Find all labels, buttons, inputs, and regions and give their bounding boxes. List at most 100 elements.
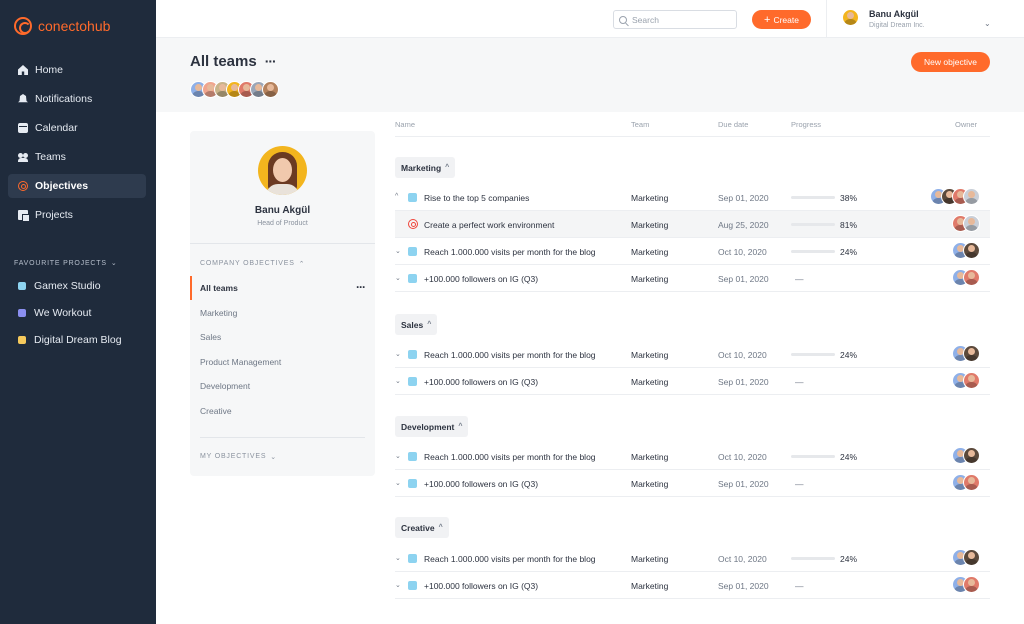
progress-bar	[791, 223, 835, 226]
more-options-icon[interactable]: ···	[265, 53, 277, 69]
group-toggle-development[interactable]: Development ^	[395, 416, 469, 437]
owner-avatars	[952, 447, 980, 464]
avatar	[842, 9, 859, 26]
objective-due-date: Sep 01, 2020	[718, 274, 769, 284]
chevron-down-icon[interactable]: ⌄	[395, 274, 401, 282]
objective-color-square	[408, 377, 417, 386]
plus-icon: +	[764, 13, 771, 26]
avatar	[963, 215, 980, 232]
objective-filter-sales[interactable]: Sales	[190, 325, 375, 350]
chevron-down-icon: ⌄	[270, 454, 277, 461]
create-button-label: Create	[773, 14, 799, 25]
chevron-down-icon[interactable]: ⌄	[395, 350, 401, 358]
my-objectives-title: MY OBJECTIVES	[200, 453, 267, 460]
table-row[interactable]: ⌄ +100.000 followers on IG (Q3) Marketin…	[395, 265, 990, 292]
table-row[interactable]: Create a perfect work environment Market…	[395, 211, 990, 238]
search-input[interactable]: Search	[613, 10, 737, 29]
chevron-down-icon[interactable]: ⌄	[395, 377, 401, 385]
objective-filter-product-management[interactable]: Product Management	[190, 350, 375, 375]
objective-due-date: Sep 01, 2020	[718, 377, 769, 387]
more-options-icon[interactable]: ···	[356, 280, 366, 294]
user-menu[interactable]: Banu Akgül Digital Dream Inc. ⌄	[826, 0, 1024, 38]
profile-card: Banu Akgül Head of Product COMPANY OBJEC…	[190, 131, 375, 476]
objective-name: Reach 1.000.000 visits per month for the…	[424, 247, 596, 257]
sidebar-item-label: Projects	[35, 209, 73, 221]
chevron-down-icon[interactable]: ⌄	[395, 247, 401, 255]
objective-name: +100.000 followers on IG (Q3)	[424, 581, 539, 591]
create-button[interactable]: + Create	[752, 10, 811, 29]
sidebar-item-label: Notifications	[35, 93, 93, 105]
sidebar-item-teams[interactable]: Teams	[8, 145, 146, 169]
objective-filter-marketing[interactable]: Marketing	[190, 301, 375, 326]
user-name: Banu Akgül	[869, 9, 919, 19]
objective-color-square	[408, 452, 417, 461]
app-logo[interactable]: conectohub	[14, 17, 110, 35]
favourite-project-label: We Workout	[34, 307, 92, 319]
objective-color-square	[408, 554, 417, 563]
column-header-name[interactable]: Name	[395, 120, 415, 129]
column-header-due-date[interactable]: Due date	[718, 120, 748, 129]
progress-value: 24%	[840, 554, 858, 564]
sidebar-item-projects[interactable]: Projects	[8, 203, 146, 227]
table-row[interactable]: ⌄ Reach 1.000.000 visits per month for t…	[395, 443, 990, 470]
favourite-project-label: Gamex Studio	[34, 280, 101, 292]
chevron-up-icon[interactable]: ^	[395, 193, 398, 200]
avatar	[963, 242, 980, 259]
table-row[interactable]: ^ Rise to the top 5 companies Marketing …	[395, 184, 990, 211]
table-row[interactable]: ⌄ Reach 1.000.000 visits per month for t…	[395, 545, 990, 572]
table-row[interactable]: ⌄ +100.000 followers on IG (Q3) Marketin…	[395, 572, 990, 599]
chevron-up-icon: ^	[427, 321, 432, 328]
favourite-project-we-workout[interactable]: We Workout	[18, 305, 122, 321]
table-row[interactable]: ⌄ Reach 1.000.000 visits per month for t…	[395, 341, 990, 368]
table-row[interactable]: ⌄ Reach 1.000.000 visits per month for t…	[395, 238, 990, 265]
new-objective-button[interactable]: New objective	[911, 52, 990, 72]
favourite-project-gamex-studio[interactable]: Gamex Studio	[18, 278, 122, 294]
sidebar-item-home[interactable]: Home	[8, 58, 146, 82]
company-objectives-header[interactable]: COMPANY OBJECTIVES ⌃	[200, 260, 305, 268]
progress-value: —	[795, 377, 804, 387]
owner-avatars	[952, 269, 980, 286]
sidebar-item-objectives[interactable]: Objectives	[8, 174, 146, 198]
objective-name: Rise to the top 5 companies	[424, 193, 530, 203]
sidebar-item-calendar[interactable]: Calendar	[8, 116, 146, 140]
table-header: Name Team Due date Progress Owner	[395, 112, 990, 137]
objective-filter-development[interactable]: Development	[190, 374, 375, 399]
group-toggle-marketing[interactable]: Marketing ^	[395, 157, 456, 178]
logo-icon	[14, 17, 32, 35]
chevron-down-icon[interactable]: ⌄	[395, 479, 401, 487]
group-toggle-creative[interactable]: Creative ^	[395, 517, 449, 538]
chevron-down-icon[interactable]: ⌄	[395, 452, 401, 460]
progress-value: 24%	[840, 350, 858, 360]
favourite-projects-header[interactable]: FAVOURITE PROJECTS ⌄	[14, 259, 118, 268]
progress-value: 24%	[840, 452, 858, 462]
chevron-down-icon[interactable]: ⌄	[984, 19, 991, 28]
progress-value: —	[795, 581, 804, 591]
favourite-project-digital-dream-blog[interactable]: Digital Dream Blog	[18, 332, 122, 348]
objective-name: Reach 1.000.000 visits per month for the…	[424, 452, 596, 462]
table-row[interactable]: ⌄ +100.000 followers on IG (Q3) Marketin…	[395, 368, 990, 395]
avatar	[963, 345, 980, 362]
column-header-progress[interactable]: Progress	[791, 120, 821, 129]
objective-filter-creative[interactable]: Creative	[190, 399, 375, 424]
objective-team: Marketing	[631, 274, 669, 284]
sidebar-item-notifications[interactable]: Notifications	[8, 87, 146, 111]
objective-filter-all-teams[interactable]: All teams ···	[190, 276, 375, 301]
team-members-avatars[interactable]	[190, 81, 279, 98]
group-toggle-sales[interactable]: Sales ^	[395, 314, 438, 335]
progress-value: 24%	[840, 247, 858, 257]
column-header-team[interactable]: Team	[631, 120, 649, 129]
table-row[interactable]: ⌄ +100.000 followers on IG (Q3) Marketin…	[395, 470, 990, 497]
chevron-down-icon[interactable]: ⌄	[395, 581, 401, 589]
projects-icon	[18, 210, 30, 222]
my-objectives-header[interactable]: MY OBJECTIVES ⌄	[200, 453, 277, 461]
owner-avatars	[952, 549, 980, 566]
chevron-up-icon: ^	[458, 423, 463, 430]
profile-role: Head of Product	[257, 220, 308, 227]
objective-color-square	[408, 581, 417, 590]
project-color-dot	[18, 309, 26, 317]
objective-team: Marketing	[631, 193, 669, 203]
sidebar-item-label: Objectives	[35, 180, 89, 192]
chevron-down-icon[interactable]: ⌄	[395, 554, 401, 562]
chevron-up-icon: ⌃	[298, 261, 306, 268]
column-header-owner[interactable]: Owner	[955, 120, 977, 129]
